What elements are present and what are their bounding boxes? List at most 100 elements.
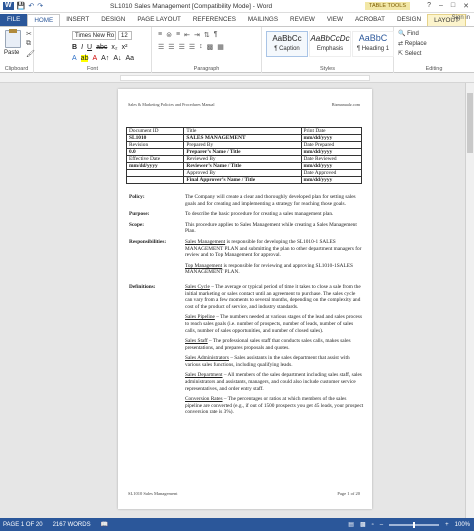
align-right-icon[interactable]: ☰ — [179, 43, 185, 51]
cut-icon[interactable]: ✂ — [26, 30, 32, 38]
document-area[interactable]: Sales & Marketing Policies and Procedure… — [0, 83, 474, 518]
underline-button[interactable]: U — [87, 44, 92, 51]
style-emphasis[interactable]: AaBbCcDc Emphasis — [309, 31, 351, 57]
table-cell[interactable]: Effective Date — [125, 155, 185, 163]
table-cell[interactable]: Title — [183, 127, 302, 135]
table-cell[interactable]: Date Approved — [300, 169, 363, 177]
definition-term: Sales Department — [185, 372, 223, 379]
save-icon[interactable]: 💾 — [17, 2, 26, 10]
font-name-select[interactable]: Times New Ro — [72, 31, 116, 40]
style-heading-1[interactable]: AaBbC ¶ Heading 1 — [352, 31, 394, 57]
table-cell[interactable]: mm/dd/yyyy — [300, 134, 363, 142]
line-spacing-icon[interactable]: ↕ — [199, 43, 203, 51]
font-size-select[interactable]: 12 — [118, 31, 132, 40]
table-cell[interactable]: Date Reviewed — [300, 155, 363, 163]
tab-review[interactable]: REVIEW — [284, 14, 321, 26]
select-button[interactable]: ⇱ Select — [398, 50, 421, 57]
table-cell[interactable]: SL1010 — [125, 134, 185, 142]
borders-icon[interactable]: ▦ — [217, 43, 224, 51]
print-layout-icon[interactable]: ▩ — [360, 521, 366, 528]
close-button[interactable]: ✕ — [463, 2, 469, 10]
zoom-out-button[interactable]: – — [380, 522, 383, 528]
table-cell[interactable]: SALES MANAGEMENT — [183, 134, 302, 142]
table-cell[interactable]: Reviewer’s Name / Title — [183, 162, 302, 170]
paste-icon[interactable] — [5, 29, 21, 48]
table-cell[interactable]: Preparer’s Name / Title — [183, 148, 302, 156]
grow-font-icon[interactable]: A↑ — [101, 55, 109, 62]
table-cell[interactable]: Final Approver’s Name / Title — [183, 176, 302, 184]
paste-button[interactable]: Paste — [4, 50, 19, 56]
zoom-level[interactable]: 100% — [455, 522, 470, 528]
tab-insert[interactable]: INSERT — [60, 14, 95, 26]
page-count[interactable]: PAGE 1 OF 20 — [3, 522, 43, 528]
style-caption[interactable]: AaBbCc ¶ Caption — [266, 31, 308, 57]
table-cell[interactable]: Prepared By — [183, 141, 302, 149]
show-marks-icon[interactable]: ¶ — [214, 31, 218, 39]
align-left-icon[interactable]: ☰ — [158, 43, 164, 51]
responsibilities-section: Responsibilities: Sales Management is re… — [129, 239, 364, 280]
highlight-icon[interactable]: ab — [80, 55, 89, 62]
tab-page-layout[interactable]: PAGE LAYOUT — [131, 14, 187, 26]
decrease-indent-icon[interactable]: ⇤ — [184, 31, 190, 39]
proofing-icon[interactable]: 📖 — [101, 521, 108, 528]
table-cell[interactable]: mm/dd/yyyy — [300, 176, 363, 184]
help-button[interactable]: ? — [427, 2, 431, 10]
change-case-icon[interactable]: Aa — [125, 55, 134, 62]
shrink-font-icon[interactable]: A↓ — [113, 55, 121, 62]
table-cell[interactable]: Print Date — [300, 127, 363, 135]
justify-icon[interactable]: ☰ — [189, 43, 195, 51]
multilevel-list-icon[interactable]: ≡ — [176, 31, 180, 39]
zoom-slider[interactable] — [389, 521, 440, 528]
sign-in-link[interactable]: Sign in — [452, 15, 470, 21]
web-layout-icon[interactable]: ▫ — [372, 522, 374, 528]
replace-button[interactable]: ⇄ Replace — [398, 40, 427, 47]
tab-design[interactable]: DESIGN — [95, 14, 131, 26]
table-cell[interactable] — [125, 169, 185, 177]
word-count[interactable]: 2167 WORDS — [53, 522, 91, 528]
italic-button[interactable]: I — [81, 44, 83, 51]
shading-icon[interactable]: ▩ — [207, 43, 214, 51]
font-color-icon[interactable]: A — [92, 55, 97, 62]
table-cell[interactable]: 0.0 — [125, 148, 185, 156]
tab-acrobat[interactable]: ACROBAT — [349, 14, 391, 26]
table-cell[interactable]: mm/dd/yyyy — [300, 148, 363, 156]
horizontal-ruler[interactable] — [0, 73, 474, 83]
subscript-button[interactable]: x₂ — [111, 44, 117, 51]
sort-icon[interactable]: ⇅ — [204, 31, 210, 39]
text-effects-icon[interactable]: A — [72, 55, 77, 62]
tab-mailings[interactable]: MAILINGS — [242, 14, 284, 26]
copy-icon[interactable]: ⧉ — [26, 40, 31, 48]
increase-indent-icon[interactable]: ⇥ — [194, 31, 200, 39]
tab-home[interactable]: HOME — [27, 14, 61, 26]
numbering-icon[interactable]: ⊜ — [166, 31, 172, 39]
tab-table-design[interactable]: DESIGN — [391, 14, 427, 26]
document-control-table[interactable]: Document ID Title Print Date SL1010 SALES M… — [125, 127, 363, 184]
table-cell[interactable]: Approved By — [183, 169, 302, 177]
redo-icon[interactable]: ↷ — [37, 2, 43, 10]
tab-references[interactable]: REFERENCES — [187, 14, 242, 26]
strikethrough-button[interactable]: abc — [96, 44, 107, 51]
find-button[interactable]: 🔍 Find — [398, 30, 419, 37]
scrollbar-thumb[interactable] — [467, 93, 473, 153]
table-cell[interactable]: Document ID — [125, 127, 185, 135]
bold-button[interactable]: B — [72, 44, 77, 51]
maximize-button[interactable]: □ — [451, 2, 455, 10]
table-cell[interactable]: mm/dd/yyyy — [125, 162, 185, 170]
read-mode-icon[interactable]: ▤ — [348, 521, 354, 528]
minimize-button[interactable]: – — [439, 2, 443, 10]
undo-icon[interactable]: ↶ — [28, 2, 34, 10]
bullets-icon[interactable]: ≡ — [158, 31, 162, 39]
table-cell[interactable]: mm/dd/yyyy — [300, 162, 363, 170]
superscript-button[interactable]: x² — [122, 44, 128, 51]
document-body[interactable]: Policy: The Company will create a clear … — [129, 194, 364, 424]
zoom-in-button[interactable]: + — [445, 522, 449, 528]
table-cell[interactable]: Revision — [125, 141, 185, 149]
vertical-scrollbar[interactable] — [465, 83, 474, 518]
document-page[interactable]: Sales & Marketing Policies and Procedure… — [118, 89, 372, 509]
align-center-icon[interactable]: ☰ — [168, 43, 174, 51]
table-cell[interactable]: Date Prepared — [300, 141, 363, 149]
tab-view[interactable]: VIEW — [321, 14, 349, 26]
table-cell[interactable]: Reviewed By — [183, 155, 302, 163]
tab-file[interactable]: FILE — [0, 14, 28, 26]
table-cell[interactable] — [125, 176, 185, 184]
